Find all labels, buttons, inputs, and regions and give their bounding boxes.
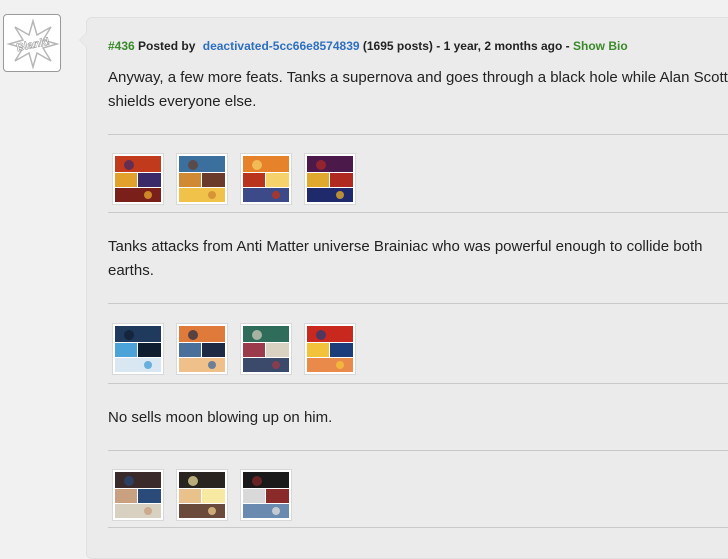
username-link[interactable]: deactivated-5cc66e8574839 [203,39,360,53]
post-paragraph: Tanks attacks from Anti Matter universe … [108,238,703,279]
image-thumbnail[interactable] [112,323,164,375]
divider [108,450,728,451]
image-thumbnail[interactable] [176,323,228,375]
forum-post: #436 Posted by deactivated-5cc66e8574839… [79,17,728,559]
image-gallery [112,469,292,521]
divider [108,383,728,384]
image-thumbnail[interactable] [112,153,164,205]
comic-page-thumbnail [115,156,161,202]
image-thumbnail[interactable] [240,469,292,521]
divider [108,303,728,304]
show-bio-link[interactable]: Show Bio [573,39,628,53]
comic-page-thumbnail [243,326,289,372]
divider [108,212,728,213]
comic-page-thumbnail [115,472,161,518]
comic-page-thumbnail [243,156,289,202]
meta-separator: - [565,39,570,53]
comic-page-thumbnail [179,326,225,372]
image-thumbnail[interactable] [240,323,292,375]
post-paragraph: No sells moon blowing up on him. [108,409,333,426]
image-gallery [112,153,356,205]
image-gallery [112,323,356,375]
image-thumbnail[interactable] [112,469,164,521]
post-meta: #436 Posted by deactivated-5cc66e8574839… [108,39,628,53]
image-thumbnail[interactable] [176,469,228,521]
meta-separator: - [436,39,441,53]
user-avatar[interactable]: Blank! [3,14,61,72]
image-thumbnail[interactable] [304,323,356,375]
image-thumbnail[interactable] [240,153,292,205]
posted-by-label: Posted by [138,39,196,53]
post-number-link[interactable]: #436 [108,39,135,53]
comic-page-thumbnail [179,472,225,518]
divider [108,527,728,528]
comic-page-thumbnail [307,326,353,372]
comic-page-thumbnail [307,156,353,202]
comic-page-thumbnail [179,156,225,202]
comic-page-thumbnail [243,472,289,518]
image-thumbnail[interactable] [176,153,228,205]
image-thumbnail[interactable] [304,153,356,205]
post-count: (1695 posts) [362,39,433,53]
post-timestamp: 1 year, 2 months ago [443,39,563,53]
divider [108,134,728,135]
post-paragraph: Anyway, a few more feats. Tanks a supern… [108,69,728,110]
comic-page-thumbnail [115,326,161,372]
